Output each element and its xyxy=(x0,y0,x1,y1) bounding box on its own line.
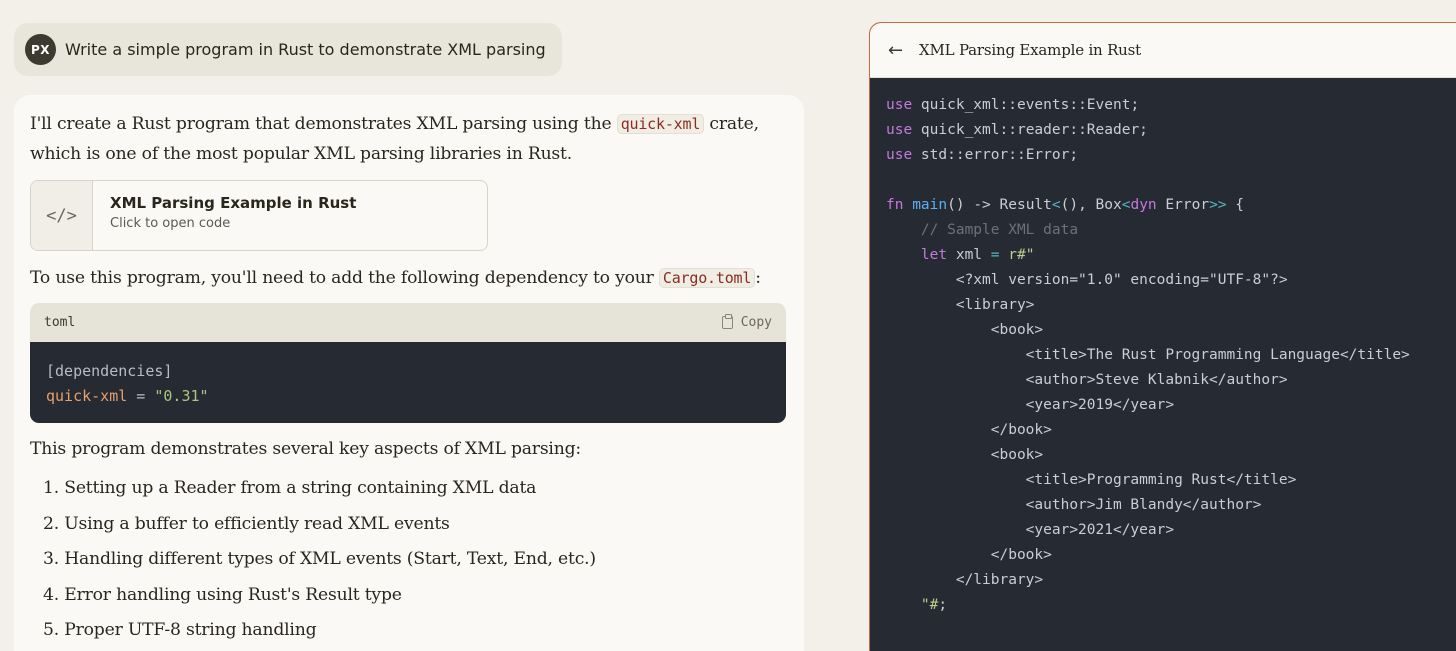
code-line: <year>2019</year> xyxy=(886,397,1175,413)
code-line: <?xml version="1.0" encoding="UTF-8"?> xyxy=(886,272,1288,288)
code-line: <book> xyxy=(886,447,1044,463)
code-line: use std::error::Error; xyxy=(886,143,1452,168)
code-line: <year>2021</year> xyxy=(886,522,1175,538)
code-token: Error xyxy=(1156,197,1210,213)
code-language-label: toml xyxy=(44,315,76,330)
clipboard-icon xyxy=(721,314,733,329)
code-line: use quick_xml::events::Event; xyxy=(886,93,1452,118)
copy-label: Copy xyxy=(740,315,772,330)
artifact-panel-header: ← XML Parsing Example in Rust xyxy=(870,23,1456,78)
list-item: 2. Using a buffer to efficiently read XM… xyxy=(43,513,450,534)
code-line: <title>The Rust Programming Language</ti… xyxy=(886,347,1410,363)
user-message-text: Write a simple program in Rust to demons… xyxy=(65,40,546,59)
list-item: 3. Handling different types of XML event… xyxy=(43,549,596,569)
code-line: use quick_xml::reader::Reader; xyxy=(886,118,1452,143)
arrow-left-icon[interactable]: ← xyxy=(888,40,908,61)
code-line: <author>Steve Klabnik</author> xyxy=(886,372,1288,388)
list-item: 1. Setting up a Reader from a string con… xyxy=(43,478,537,498)
code-token-string: "0.31" xyxy=(154,387,209,405)
dep-text-after: : xyxy=(755,268,761,288)
artifact-panel-title: XML Parsing Example in Rust xyxy=(919,41,1141,59)
code-token-key: quick-xml xyxy=(46,387,128,405)
aspects-intro: This program demonstrates several key as… xyxy=(30,439,581,459)
code-line: <book> xyxy=(886,322,1044,338)
code-token-keyword: use xyxy=(886,122,913,138)
code-icon: </> xyxy=(31,181,93,250)
code-token: () -> Result xyxy=(947,197,1052,213)
code-line: let xml = r#" xyxy=(886,243,1452,268)
code-token-string: "# xyxy=(886,597,939,613)
code-token: xml xyxy=(947,247,991,263)
intro-paragraph: I'll create a Rust program that demonstr… xyxy=(30,109,790,169)
assistant-message: I'll create a Rust program that demonstr… xyxy=(14,95,804,651)
artifact-code-view: use quick_xml::events::Event; use quick_x… xyxy=(870,78,1456,633)
code-token: quick_xml::reader::Reader; xyxy=(912,122,1148,138)
code-block-header: toml Copy xyxy=(30,303,786,342)
user-message: PX Write a simple program in Rust to dem… xyxy=(14,23,562,76)
code-token-string: r#" xyxy=(999,247,1035,263)
code-token-keyword: fn xyxy=(886,197,904,213)
inline-code-cargo: Cargo.toml xyxy=(658,268,756,288)
code-token: std::error::Error; xyxy=(912,147,1079,163)
code-token: ; xyxy=(938,597,948,613)
aspects-list: 1. Setting up a Reader from a string con… xyxy=(43,474,788,651)
code-token-op: >> xyxy=(1209,197,1227,213)
code-token-keyword: dyn xyxy=(1130,197,1157,213)
code-line: </book> xyxy=(886,422,1052,438)
code-line: <author>Jim Blandy</author> xyxy=(886,497,1262,513)
artifact-card-subtitle: Click to open code xyxy=(110,216,231,231)
code-line: <title>Programming Rust</title> xyxy=(886,472,1297,488)
code-token-op: < xyxy=(1051,197,1061,213)
artifact-card-title: XML Parsing Example in Rust xyxy=(110,194,357,212)
code-line: [dependencies] xyxy=(46,362,173,380)
code-token-op: = xyxy=(990,247,1000,263)
code-token: quick_xml::events::Event; xyxy=(912,97,1140,113)
code-line: </book> xyxy=(886,547,1052,563)
copy-button[interactable]: Copy xyxy=(721,314,772,330)
dependency-paragraph: To use this program, you'll need to add … xyxy=(30,263,788,293)
code-line: "#; xyxy=(886,593,1452,618)
code-line: quick-xml = "0.31" xyxy=(46,384,770,409)
code-block-body: [dependencies] quick-xml = "0.31" xyxy=(30,342,786,423)
code-token: (), Box xyxy=(1060,197,1122,213)
inline-code-crate: quick-xml xyxy=(616,114,705,134)
artifact-card[interactable]: </> XML Parsing Example in Rust Click to… xyxy=(30,180,488,251)
code-line: <library> xyxy=(886,297,1035,313)
code-token-function: main xyxy=(903,197,948,213)
artifact-panel: ← XML Parsing Example in Rust use quick_… xyxy=(869,22,1456,651)
code-token-eq: = xyxy=(127,387,155,405)
code-token: { xyxy=(1226,197,1244,213)
code-token-keyword: use xyxy=(886,147,913,163)
avatar[interactable]: PX xyxy=(25,34,56,65)
code-line: </library> xyxy=(886,572,1044,588)
code-line: fn main() -> Result<(), Box<dyn Error>> … xyxy=(886,193,1452,218)
code-token-keyword: let xyxy=(886,247,948,263)
artifact-card-text: XML Parsing Example in Rust Click to ope… xyxy=(93,181,356,250)
dep-text-before: To use this program, you'll need to add … xyxy=(30,268,659,288)
code-block: toml Copy [dependencies] quick-xml = "0.… xyxy=(30,303,786,423)
code-token-keyword: use xyxy=(886,97,913,113)
code-line-comment: // Sample XML data xyxy=(886,222,1079,238)
list-item: 5. Proper UTF-8 string handling xyxy=(43,620,317,640)
intro-text-before: I'll create a Rust program that demonstr… xyxy=(30,114,617,134)
list-item: 4. Error handling using Rust's Result ty… xyxy=(43,584,402,605)
